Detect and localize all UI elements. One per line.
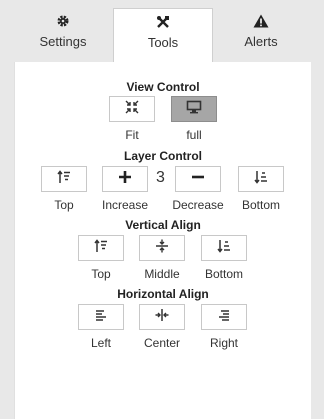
layer-top-button[interactable] — [41, 166, 87, 192]
align-right-icon — [217, 308, 231, 327]
halign-center-button[interactable] — [139, 304, 185, 330]
layer-bottom-label: Bottom — [241, 198, 280, 212]
view-control-title: View Control — [126, 80, 200, 94]
plus-icon — [118, 170, 132, 189]
align-bottom-icon — [217, 239, 231, 258]
sort-top-icon — [57, 169, 71, 189]
layer-bottom-button[interactable] — [238, 166, 284, 192]
tab-settings[interactable]: Settings — [14, 8, 112, 62]
monitor-icon — [186, 100, 202, 119]
layer-value: 3 — [156, 169, 165, 186]
sort-bottom-icon — [254, 170, 268, 189]
align-top-icon — [94, 238, 108, 258]
tab-tools[interactable]: Tools — [113, 8, 213, 63]
vertical-align-title: Vertical Align — [125, 218, 201, 232]
tab-tools-label: Tools — [147, 35, 179, 50]
layer-decrease-button[interactable] — [175, 166, 221, 192]
tools-panel: View Control Fit full Layer Control 3 To… — [14, 62, 311, 419]
align-middle-icon — [155, 239, 169, 258]
halign-right-button[interactable] — [201, 304, 247, 330]
valign-bottom-button[interactable] — [201, 235, 247, 261]
tab-alerts[interactable]: Alerts — [212, 8, 310, 62]
valign-top-button[interactable] — [78, 235, 124, 261]
tab-alerts-label: Alerts — [244, 34, 278, 49]
full-button[interactable] — [171, 96, 217, 122]
horizontal-align-title: Horizontal Align — [117, 287, 209, 301]
valign-bottom-label: Bottom — [204, 267, 243, 281]
align-center-icon — [155, 308, 169, 327]
fit-button[interactable] — [109, 96, 155, 122]
tools-icon — [114, 15, 212, 33]
halign-left-button[interactable] — [78, 304, 124, 330]
compress-icon — [125, 100, 139, 119]
layer-increase-button[interactable] — [102, 166, 148, 192]
warning-icon — [212, 14, 310, 32]
minus-icon — [191, 170, 205, 189]
layer-control-title: Layer Control — [123, 149, 202, 163]
halign-right-label: Right — [209, 336, 238, 350]
tab-settings-label: Settings — [39, 34, 87, 49]
align-left-icon — [94, 308, 108, 327]
tab-bar: Settings Tools Alerts — [0, 0, 324, 63]
valign-middle-button[interactable] — [139, 235, 185, 261]
gear-icon — [14, 14, 112, 32]
full-label: full — [186, 128, 202, 142]
